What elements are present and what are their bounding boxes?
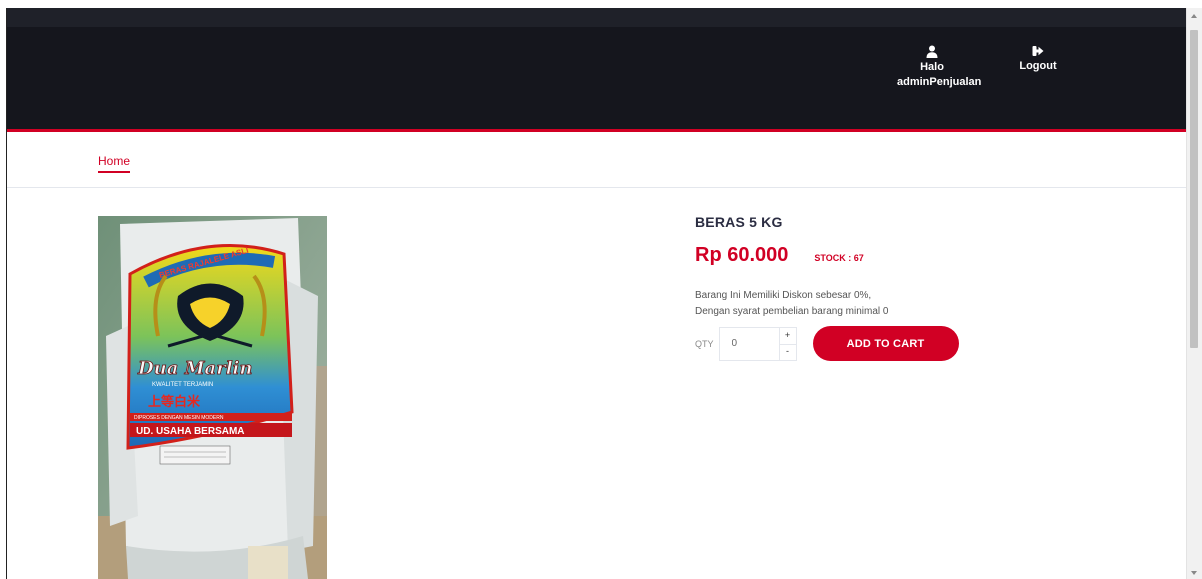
bag-sub: DIPROSES DENGAN MESIN MODERN [134,415,224,421]
add-to-cart-row: QTY + - ADD TO CART [695,326,959,361]
price-row: Rp 60.000 STOCK : 67 [695,244,959,267]
scrollbar-thumb[interactable] [1190,30,1198,348]
scroll-up-arrow-icon[interactable] [1191,14,1197,18]
product-details: BERAS 5 KG Rp 60.000 STOCK : 67 Barang I… [695,214,959,361]
description-line-2: Dengan syarat pembelian barang minimal 0 [695,306,889,317]
bag-quality: KWALITET TERJAMIN [152,382,213,388]
product-price: Rp 60.000 [695,244,789,266]
breadcrumb-home[interactable]: Home [98,154,131,173]
sign-out-icon [1032,46,1044,56]
top-strip [7,8,1187,27]
bag-cjk: 上等白米 [148,394,201,410]
rice-bag-illustration: BERAS RAJALELE ASLI Dua Marlin KWALITET … [98,216,327,579]
logout-link[interactable]: Logout [1013,45,1063,74]
quantity-stepper: + - [718,326,797,361]
main-header: Halo adminPenjualan Logout [7,27,1187,132]
bag-brand: Dua Marlin [137,358,252,379]
product-description: Barang Ini Memiliki Diskon sebesar 0%, D… [695,288,959,320]
user-greeting: Halo [920,61,944,73]
product-image: BERAS RAJALELE ASLI Dua Marlin KWALITET … [98,216,327,579]
add-to-cart-button[interactable]: ADD TO CART [812,326,959,361]
breadcrumb: Home [7,132,1187,188]
product-name: BERAS 5 KG [695,214,783,230]
username: adminPenjualan [897,76,982,88]
logout-label: Logout [1019,60,1057,72]
qty-input[interactable] [719,327,775,360]
user-icon [926,45,938,58]
stock-badge: STOCK : 67 [814,253,864,263]
description-line-1: Barang Ini Memiliki Diskon sebesar 0%, [695,290,872,301]
qty-label: QTY [695,338,714,349]
vertical-scrollbar[interactable] [1186,8,1202,579]
scroll-down-arrow-icon[interactable] [1191,571,1197,575]
user-account-link[interactable]: Halo adminPenjualan [897,45,981,90]
qty-increment-button[interactable]: + [778,327,796,345]
qty-decrement-button[interactable]: - [778,343,796,360]
bag-maker: UD. USAHA BERSAMA [136,426,245,437]
